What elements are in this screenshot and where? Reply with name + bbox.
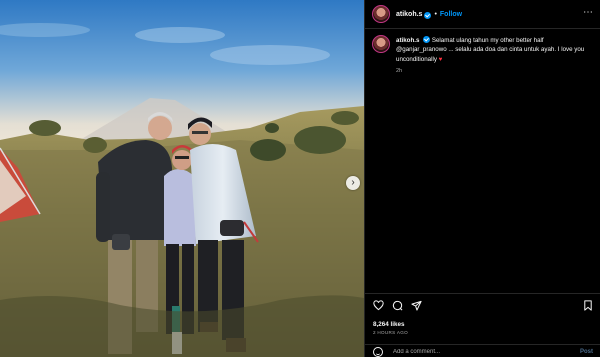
avatar[interactable] — [372, 5, 390, 23]
post-actions: 8,264 likes 2 HOURS AGO Post — [365, 293, 600, 357]
likes-count[interactable]: 8,264 likes — [373, 321, 405, 328]
caption-avatar[interactable] — [372, 35, 390, 53]
more-horizontal-icon[interactable]: ⋯ — [583, 8, 593, 18]
post-caption: atikoh.s Selamat ulang tahun my other be… — [372, 35, 594, 77]
comment-input[interactable] — [393, 348, 563, 355]
header-username[interactable]: atikoh.s — [396, 11, 422, 18]
mountain-photo — [0, 0, 364, 357]
heart-emoji: ♥ — [438, 55, 443, 63]
caption-body: atikoh.s Selamat ulang tahun my other be… — [396, 35, 592, 77]
comment-icon[interactable] — [392, 300, 403, 311]
post-photo[interactable]: › — [0, 0, 364, 357]
separator: • — [434, 10, 437, 18]
emoji-icon[interactable] — [373, 346, 383, 357]
post-side-panel: atikoh.s • Follow ⋯ atikoh.s Selamat ula… — [364, 0, 600, 357]
follow-button[interactable]: Follow — [440, 11, 462, 18]
post-timestamp: 2 HOURS AGO — [373, 330, 408, 335]
post-header: atikoh.s • Follow ⋯ — [365, 0, 600, 29]
comment-row: Post — [365, 344, 600, 357]
caption-time: 2h — [396, 68, 403, 75]
action-icons — [373, 300, 422, 311]
verified-badge-icon — [423, 36, 431, 43]
bookmark-icon[interactable] — [583, 300, 593, 311]
share-icon[interactable] — [411, 300, 422, 311]
caption-username[interactable]: atikoh.s — [396, 37, 419, 44]
chevron-right-icon[interactable]: › — [346, 176, 360, 190]
heart-icon[interactable] — [373, 300, 384, 311]
verified-badge-icon — [424, 11, 432, 19]
post-button[interactable]: Post — [580, 349, 593, 355]
